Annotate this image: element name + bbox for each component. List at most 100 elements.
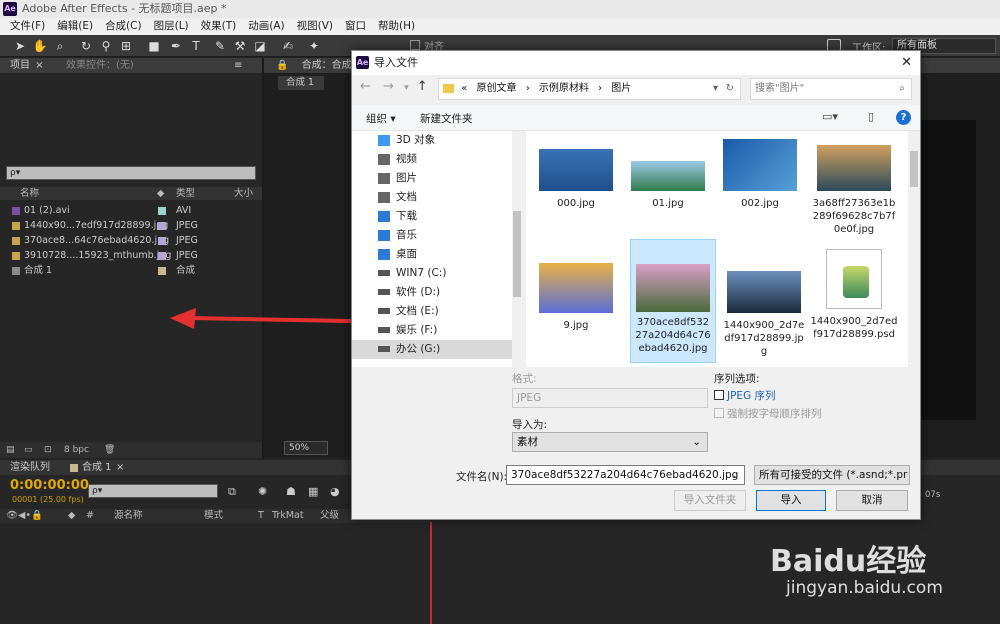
menu-edit[interactable]: 编辑(E) (51, 18, 99, 35)
col-t[interactable]: T (258, 509, 264, 523)
menu-file[interactable]: 文件(F) (4, 18, 51, 35)
tab-project[interactable]: 项目 (10, 60, 30, 71)
menu-layer[interactable]: 图层(L) (148, 18, 195, 35)
breadcrumb-item[interactable]: 原创文章 (477, 83, 517, 94)
zoom-select[interactable]: 50% (284, 441, 328, 455)
refresh-icon[interactable]: ↻ (726, 79, 734, 99)
close-button[interactable]: ✕ (901, 51, 912, 75)
panel-menu-icon[interactable]: ≡ (234, 58, 242, 73)
file-item[interactable]: 1440x900_2d7edf917d28899.jpg (722, 243, 806, 358)
new-folder-button[interactable]: 新建文件夹 (420, 111, 473, 126)
current-time-indicator[interactable] (430, 522, 432, 624)
zoom-tool-icon[interactable]: ⌕ (52, 38, 68, 54)
cancel-button[interactable]: 取消 (836, 490, 908, 511)
col-size[interactable]: 大小 (234, 187, 253, 200)
forward-arrow-icon[interactable]: → (383, 79, 394, 94)
col-mode[interactable]: 模式 (204, 509, 223, 523)
tree-item-desktop[interactable]: 桌面 (352, 245, 512, 264)
search-input[interactable]: 搜索"图片" ⌕ (750, 78, 912, 100)
roto-brush-tool-icon[interactable]: ✍ (280, 38, 296, 54)
menu-help[interactable]: 帮助(H) (372, 18, 421, 35)
tree-item-downloads[interactable]: 下载 (352, 207, 512, 226)
tree-item-drive-d[interactable]: 软件 (D:) (352, 283, 512, 302)
col-source-name[interactable]: 源名称 (114, 509, 143, 523)
new-folder-icon[interactable]: ▭ (24, 442, 33, 458)
up-arrow-icon[interactable]: ↑ (417, 79, 428, 94)
preview-pane-icon[interactable]: ▯ (868, 110, 874, 123)
col-parent[interactable]: 父级 (320, 509, 339, 523)
address-dropdown-icon[interactable]: ▾ (713, 79, 718, 99)
snap-checkbox[interactable] (410, 40, 420, 50)
tree-item-drive-e[interactable]: 文档 (E:) (352, 302, 512, 321)
draft-3d-icon[interactable]: ✺ (258, 485, 267, 498)
pen-tool-icon[interactable]: ✒ (168, 38, 184, 54)
scrollbar-thumb[interactable] (513, 211, 521, 297)
project-item[interactable]: 合成 1 合成 (12, 263, 195, 278)
tab-composition[interactable]: 合成：合成 (302, 60, 352, 71)
hide-shy-layers-icon[interactable]: ☗ (286, 485, 296, 498)
close-icon[interactable]: × (116, 460, 124, 475)
tree-item-videos[interactable]: 视频 (352, 150, 512, 169)
tab-render-queue[interactable]: 渲染队列 (10, 460, 50, 475)
file-item[interactable]: 1440x900_2d7edf917d28899.psd (810, 243, 898, 341)
tree-item-drive-f[interactable]: 娱乐 (F:) (352, 321, 512, 340)
clone-stamp-tool-icon[interactable]: ⚒ (232, 38, 248, 54)
file-item[interactable]: 9.jpg (534, 243, 618, 332)
col-type[interactable]: 类型 (176, 187, 195, 200)
project-item[interactable]: 1440x90...7edf917d28899.jpg JPEG (12, 218, 198, 233)
import-as-select[interactable]: 素材 ⌄ (512, 432, 708, 452)
col-trkmat[interactable]: TrkMat (272, 509, 304, 523)
tab-effect-controls[interactable]: 效果控件：(无) (66, 58, 134, 73)
file-item[interactable]: 3a68ff27363e1b289f69628c7b7f0e0f.jpg (810, 137, 898, 236)
import-button[interactable]: 导入 (756, 490, 826, 511)
label-tag-icon[interactable]: ◆ (157, 187, 164, 200)
filename-input[interactable]: 370ace8df53227a204d64c76ebad4620.jpg ⌄ (506, 465, 745, 485)
menu-animation[interactable]: 动画(A) (242, 18, 290, 35)
menu-view[interactable]: 视图(V) (291, 18, 339, 35)
help-icon[interactable]: ? (896, 110, 911, 125)
lock-icon[interactable]: 🔒 (276, 60, 288, 71)
project-item[interactable]: 370ace8...64c76ebad4620.jpg JPEG (12, 233, 198, 248)
project-item[interactable]: 01 (2).avi AVI (12, 203, 191, 218)
menu-window[interactable]: 窗口 (339, 18, 372, 35)
file-item-selected[interactable]: 370ace8df53227a204d64c76ebad4620.jpg (630, 239, 716, 363)
search-icon[interactable]: ⌕ (899, 79, 905, 99)
menu-effect[interactable]: 效果(T) (195, 18, 243, 35)
breadcrumb-separator-icon[interactable]: › (526, 83, 530, 94)
view-options-icon[interactable]: ▭▾ (822, 110, 838, 123)
tab-comp-1[interactable]: 合成 1 (82, 460, 112, 475)
trash-icon[interactable]: 🗑 (104, 442, 115, 458)
text-tool-icon[interactable]: T (188, 38, 204, 54)
close-icon[interactable]: × (35, 60, 43, 71)
av-features-icon[interactable]: 👁◀•🔒 (6, 509, 43, 523)
tree-item-documents[interactable]: 文档 (352, 188, 512, 207)
breadcrumb-item[interactable]: 示例原材料 (539, 83, 589, 94)
col-layer-number[interactable]: # (86, 509, 94, 523)
file-grid-scrollbar[interactable] (908, 131, 920, 367)
organize-button[interactable]: 组织 ▾ (366, 111, 396, 126)
file-item[interactable]: 000.jpg (534, 137, 618, 210)
tree-item-drive-c[interactable]: WIN7 (C:) (352, 264, 512, 283)
tree-item-3d-objects[interactable]: 3D 对象 (352, 131, 512, 150)
recent-dropdown-icon[interactable]: ▾ (404, 83, 409, 93)
project-search-input[interactable]: ρ▾ (6, 166, 256, 180)
timecode-display[interactable]: 0:00:00:00 (10, 478, 89, 493)
comp-mini-flowchart-icon[interactable]: ⧉ (228, 485, 236, 499)
rotate-tool-icon[interactable]: ↻ (78, 38, 94, 54)
breadcrumb-item[interactable]: 图片 (611, 83, 631, 94)
file-item[interactable]: 01.jpg (626, 137, 710, 210)
col-name[interactable]: 名称 (20, 187, 39, 200)
filetype-select[interactable]: 所有可接受的文件 (*.asnd;*.pr (754, 465, 910, 485)
hand-tool-icon[interactable]: ✋ (32, 38, 48, 54)
address-bar[interactable]: « 原创文章 › 示例原材料 › 图片 ▾ ↻ (438, 78, 741, 100)
frame-blending-icon[interactable]: ▦ (308, 485, 318, 498)
pan-behind-tool-icon[interactable]: ⊞ (118, 38, 134, 54)
new-composition-icon[interactable]: ⊡ (44, 442, 52, 458)
rectangle-tool-icon[interactable]: ■ (146, 38, 162, 54)
navigation-scrollbar[interactable] (512, 131, 522, 367)
timeline-search-input[interactable]: ρ▾ (88, 484, 218, 498)
puppet-tool-icon[interactable]: ✦ (306, 38, 322, 54)
comp-subtab[interactable]: 合成 1 (278, 76, 324, 90)
brush-tool-icon[interactable]: ✎ (212, 38, 228, 54)
file-item[interactable]: 002.jpg (718, 137, 802, 210)
